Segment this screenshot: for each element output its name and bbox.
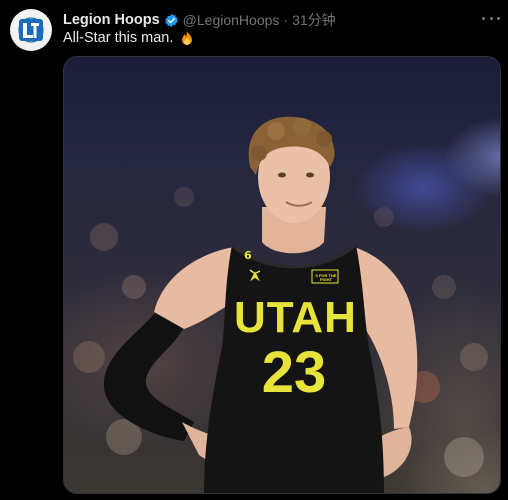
tweet-timestamp[interactable]: 31分钟 [292, 10, 336, 30]
tweet-photo[interactable]: 6 5 FOR THE FIGHT UTAH 23 [63, 56, 501, 494]
author-handle[interactable]: @LegionHoops [183, 12, 280, 28]
tweet-text-content: All-Star this man. [63, 30, 174, 46]
avatar[interactable] [10, 9, 52, 51]
more-options-icon[interactable] [482, 10, 500, 26]
jersey-patch-text: 5 FOR THE FIGHT [315, 274, 337, 282]
jersey-shoulder-number: 6 [244, 249, 252, 262]
author-name[interactable]: Legion Hoops [63, 12, 160, 28]
header-separator: · [283, 12, 289, 28]
fire-emoji-icon [182, 31, 193, 45]
tweet-header: Legion Hoops @LegionHoops · 31分钟 [63, 10, 336, 30]
tweet-text: All-Star this man. [63, 30, 195, 46]
tweet[interactable]: Legion Hoops @LegionHoops · 31分钟 All-Sta… [0, 0, 508, 500]
more-dot [497, 16, 500, 20]
more-dot [482, 16, 485, 20]
jersey-word: UTAH [234, 293, 357, 342]
verified-badge-icon [164, 13, 178, 27]
jersey-number: 23 [261, 340, 327, 405]
more-dot [489, 16, 493, 20]
player-photo [73, 116, 488, 493]
legion-hoops-logo-icon [18, 17, 44, 43]
